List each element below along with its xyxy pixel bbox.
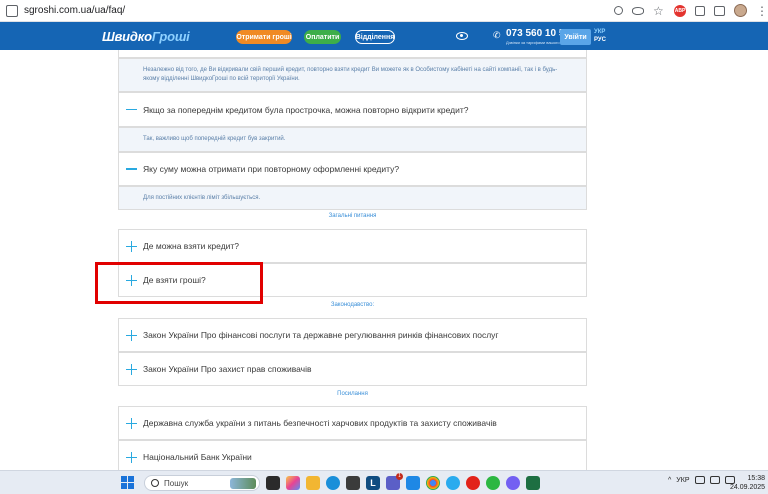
pay-button[interactable]: Оплатити xyxy=(304,30,341,44)
faq-question-text: Закон України Про захист прав споживачів xyxy=(143,364,312,374)
plus-icon xyxy=(125,363,137,375)
taskbar-apps: L 1 xyxy=(266,473,540,490)
minus-icon xyxy=(125,108,137,111)
faq-link-nbu[interactable]: Національний Банк України xyxy=(118,440,587,470)
zoom-icon[interactable] xyxy=(614,6,623,15)
faq-answer: Так, важливо щоб попередній кредит був з… xyxy=(118,127,587,152)
section-title-general: Загальні питання xyxy=(328,213,377,219)
lang-ru[interactable]: РУС xyxy=(594,36,606,44)
teams-icon[interactable]: 1 xyxy=(386,473,403,490)
copilot-icon[interactable] xyxy=(286,476,300,490)
dropbox-icon[interactable] xyxy=(406,476,420,490)
keyboard-language[interactable]: УКР xyxy=(676,477,689,484)
faq-answer: Для постійних клієнтів ліміт збільшуєтьс… xyxy=(118,186,587,210)
windows-taskbar: Пошук L 1 ^ УКР 15:38 24.09.2025 xyxy=(0,470,768,494)
faq-content: Незалежно від того, де Ви відкривали сві… xyxy=(0,50,768,470)
search-placeholder: Пошук xyxy=(164,478,189,488)
volume-icon[interactable] xyxy=(709,476,720,484)
section-title-law: Законодавство: xyxy=(330,302,375,308)
branches-button[interactable]: Відділення xyxy=(355,30,395,44)
faq-question-text: Де можна взяти кредит? xyxy=(143,241,240,251)
taskbar-clock[interactable]: 15:38 24.09.2025 xyxy=(730,474,765,492)
utorrent-icon[interactable] xyxy=(486,476,500,490)
search-highlight-image xyxy=(230,477,256,489)
language-switch[interactable]: УКР РУС xyxy=(594,28,606,44)
get-money-button[interactable]: Отримати гроші xyxy=(236,30,292,44)
faq-question-where-credit[interactable]: Де можна взяти кредит? xyxy=(118,229,587,263)
site-logo[interactable]: ШвидкоГроші xyxy=(102,29,190,44)
faq-question-text: Якщо за попереднім кредитом була простро… xyxy=(143,104,469,115)
store-icon[interactable] xyxy=(346,476,360,490)
chrome-icon[interactable] xyxy=(426,476,440,490)
teams-badge: 1 xyxy=(396,473,403,480)
opera-icon[interactable] xyxy=(466,476,480,490)
faq-question-text: Національний Банк України xyxy=(143,452,252,462)
site-header: ШвидкоГроші Отримати гроші Оплатити Відд… xyxy=(0,22,768,50)
faq-link-food-service[interactable]: Державна служба україни з питань безпечн… xyxy=(118,406,587,440)
faq-question-text: Державна служба україни з питань безпечн… xyxy=(143,418,497,428)
login-button[interactable]: Увійти xyxy=(560,29,591,45)
address-bar[interactable]: sgroshi.com.ua/ua/faq/ xyxy=(6,4,608,17)
faq-link-law-financial[interactable]: Закон України Про фінансові послуги та д… xyxy=(118,318,587,352)
site-info-icon[interactable] xyxy=(6,4,18,17)
search-icon xyxy=(151,479,159,487)
faq-link-law-consumer[interactable]: Закон України Про захист прав споживачів xyxy=(118,352,587,386)
address-text[interactable]: sgroshi.com.ua/ua/faq/ xyxy=(24,5,125,16)
minus-icon xyxy=(125,168,137,170)
profile-avatar[interactable] xyxy=(734,4,747,17)
excel-icon[interactable] xyxy=(526,476,540,490)
task-view-icon[interactable] xyxy=(266,476,280,490)
menu-dots-icon[interactable]: ⋮ xyxy=(756,5,768,17)
plus-icon xyxy=(125,329,137,341)
faq-question-text: Закон України Про фінансові послуги та д… xyxy=(143,330,499,340)
l-app-icon[interactable]: L xyxy=(366,476,380,490)
eye-off-icon[interactable] xyxy=(632,6,644,15)
wifi-icon[interactable] xyxy=(694,476,705,484)
viber-icon[interactable] xyxy=(506,476,520,490)
faq-item-partial xyxy=(118,50,587,58)
faq-answer: Незалежно від того, де Ви відкривали сві… xyxy=(118,58,587,92)
faq-question-text: Яку суму можна отримати при повторному о… xyxy=(143,164,400,174)
telegram-icon[interactable] xyxy=(446,476,460,490)
extensions-icon[interactable] xyxy=(695,5,705,16)
phone-icon: ✆ xyxy=(493,30,501,40)
plus-icon xyxy=(125,451,137,463)
accessibility-eye-icon[interactable] xyxy=(456,32,468,40)
clock-date: 24.09.2025 xyxy=(730,484,766,491)
edge-icon[interactable] xyxy=(326,476,340,490)
side-panel-icon[interactable] xyxy=(714,5,725,16)
tray-chevron-icon[interactable]: ^ xyxy=(668,477,671,484)
highlight-annotation-box xyxy=(95,262,263,304)
bookmark-star-icon[interactable]: ☆ xyxy=(653,5,665,17)
section-title-links: Посилання xyxy=(337,391,368,397)
plus-icon xyxy=(125,417,137,429)
plus-icon xyxy=(125,240,137,252)
system-tray: ^ УКР xyxy=(668,476,735,484)
faq-question-amount[interactable]: Яку суму можна отримати при повторному о… xyxy=(118,152,587,186)
faq-question-overdue[interactable]: Якщо за попереднім кредитом була простро… xyxy=(118,92,587,127)
lang-ua[interactable]: УКР xyxy=(594,28,606,36)
browser-toolbar: sgroshi.com.ua/ua/faq/ ☆ ABP ⋮ xyxy=(0,0,768,22)
taskbar-search[interactable]: Пошук xyxy=(144,475,260,491)
clock-time: 15:38 xyxy=(747,475,766,482)
file-explorer-icon[interactable] xyxy=(306,476,320,490)
adblock-icon[interactable]: ABP xyxy=(674,4,686,17)
windows-start-icon[interactable] xyxy=(121,476,134,489)
